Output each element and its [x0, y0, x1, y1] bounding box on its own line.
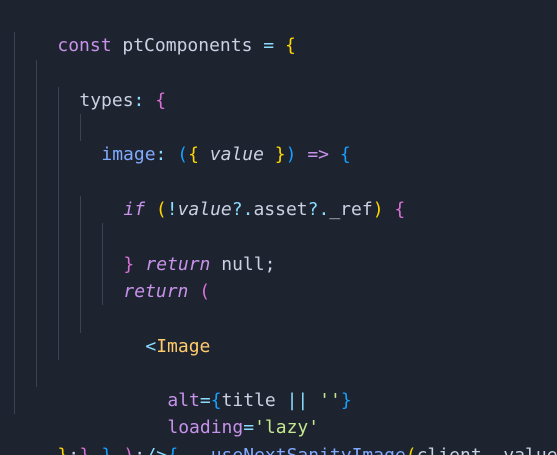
indent-guide — [80, 114, 81, 142]
code-line-12: /> — [0, 305, 557, 455]
code-line-15: }, — [0, 387, 557, 455]
indent-guide — [36, 168, 37, 197]
indent-guide — [36, 305, 37, 333]
indent-guide — [80, 277, 81, 306]
indent-guide — [36, 196, 37, 224]
indent-guide — [102, 250, 103, 278]
indent-guide — [58, 332, 59, 360]
indent-guide — [58, 223, 59, 251]
indent-guide — [102, 223, 103, 251]
indent-guide — [36, 114, 37, 142]
indent-guide — [14, 305, 15, 333]
indent-guide — [58, 196, 59, 224]
token: } — [79, 445, 90, 455]
code-line-4: if (!value?.asset?._ref) { — [0, 86, 557, 220]
indent-guide — [36, 332, 37, 360]
code-line-7: return ( — [0, 168, 557, 302]
token: ( — [406, 445, 417, 455]
token: useNextSanityImage — [211, 445, 406, 455]
token: ; — [134, 445, 145, 455]
token: client — [417, 445, 482, 455]
indent-guide — [36, 59, 37, 87]
indent-guide — [14, 223, 15, 251]
token: ; — [68, 445, 79, 455]
token: value — [503, 445, 557, 455]
indent-guide — [58, 114, 59, 142]
indent-guide — [36, 223, 37, 251]
token: ... — [178, 445, 211, 455]
indent-guide — [58, 250, 59, 278]
code-line-14: }, — [0, 359, 557, 455]
indent-guide — [14, 196, 15, 224]
indent-guide — [36, 359, 37, 388]
indent-guide — [58, 141, 59, 169]
indent-guide — [80, 196, 81, 224]
code-line-1: const ptComponents = { — [0, 5, 557, 56]
indent-guide — [14, 387, 15, 415]
code-line-2: types: { — [0, 32, 557, 111]
code-editor[interactable]: const ptComponents = { types: { image: (… — [0, 0, 557, 455]
token: , — [482, 445, 493, 455]
indent-guide — [14, 359, 15, 388]
indent-guide — [58, 86, 59, 115]
code-line-3: image: ({ value }) => { — [0, 59, 557, 165]
token: , — [112, 445, 123, 455]
indent-guide — [80, 250, 81, 278]
indent-guide — [80, 223, 81, 251]
code-line-10: loading='lazy' — [0, 250, 557, 438]
indent-guide — [14, 114, 15, 142]
indent-guide — [14, 59, 15, 87]
indent-guide — [58, 305, 59, 333]
token: , — [90, 445, 101, 455]
code-line-16: }; — [0, 414, 557, 455]
indent-guide — [14, 332, 15, 360]
code-line-9: alt={title || ''} — [0, 223, 557, 411]
indent-guide — [14, 168, 15, 197]
code-line-11: {...useNextSanityImage(client, value)} — [0, 277, 557, 455]
indent-guide — [58, 168, 59, 197]
token: ) — [123, 445, 134, 455]
indent-guide — [14, 250, 15, 278]
indent-guide — [14, 86, 15, 115]
indent-guide — [102, 277, 103, 306]
code-line-5: return null; — [0, 114, 557, 275]
indent-guide — [80, 305, 81, 333]
token: } — [101, 445, 112, 455]
indent-guide — [14, 277, 15, 306]
indent-guide — [58, 277, 59, 306]
code-line-8: <Image — [0, 196, 557, 357]
indent-guide — [36, 86, 37, 115]
token: } — [57, 445, 68, 455]
code-line-13: ); — [0, 332, 557, 455]
indent-guide — [36, 277, 37, 306]
token: /> — [145, 445, 167, 455]
indent-guide — [36, 250, 37, 278]
indent-guide — [14, 141, 15, 169]
code-line-6: } — [0, 141, 557, 275]
indent-guide — [14, 32, 15, 60]
token: { — [167, 445, 178, 455]
indent-guide — [36, 141, 37, 169]
